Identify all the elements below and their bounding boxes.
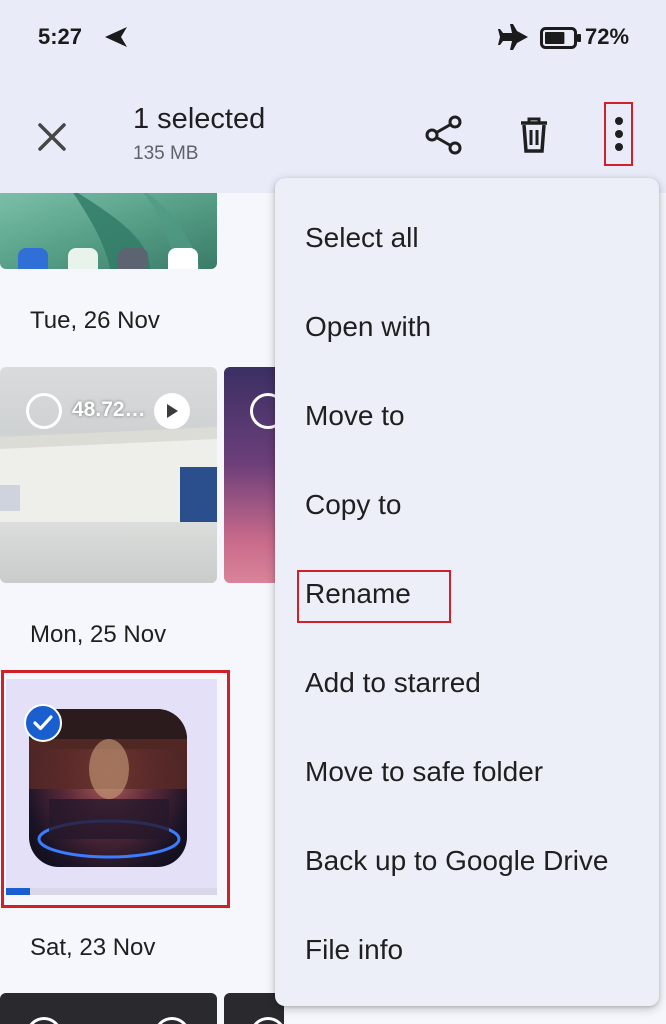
play-icon [154,1017,190,1024]
battery-icon [540,27,582,54]
select-circle-icon[interactable] [250,1017,284,1024]
share-button[interactable] [422,113,466,157]
delete-icon [521,117,547,153]
play-store-icon [168,248,198,269]
close-button[interactable] [30,115,74,159]
video-thumbnail[interactable]: 48.72… [0,367,217,583]
airplane-icon [498,23,530,56]
menu-item-copy-to[interactable]: Copy to [275,460,659,549]
menu-item-add-to-starred[interactable]: Add to starred [275,638,659,727]
settings-app-icon [118,248,148,269]
status-bar: 5:27 72% [0,0,666,75]
menu-item-move-to[interactable]: Move to [275,371,659,460]
menu-item-back-up-to-google-drive[interactable]: Back up to Google Drive [275,816,659,905]
status-time: 5:27 [38,24,83,49]
menu-item-select-all[interactable]: Select all [275,193,659,282]
more-options-button[interactable] [604,102,633,166]
close-icon [38,123,66,151]
date-header: Sat, 23 Nov [30,934,156,961]
battery-percent: 72% [585,24,630,49]
rename-highlight [297,570,451,623]
play-icon [154,393,190,429]
date-header: Mon, 25 Nov [30,621,167,648]
navigation-arrow-icon [104,26,128,53]
app-icon [68,248,98,269]
date-header: Tue, 26 Nov [30,307,160,334]
menu-item-open-with[interactable]: Open with [275,282,659,371]
menu-item-file-info[interactable]: File info [275,905,659,994]
select-circle-icon[interactable] [26,1017,62,1024]
video-thumbnail[interactable] [0,993,217,1024]
video-duration: 48.72… [72,398,146,421]
selection-count-title: 1 selected [133,103,266,135]
selection-size: 135 MB [133,143,199,164]
share-icon [425,115,462,155]
select-circle-icon[interactable] [26,393,62,429]
photo-thumbnail[interactable] [0,193,217,269]
selection-app-bar: 1 selected 135 MB [0,75,666,193]
app-icon [18,248,48,269]
selected-item-highlight [1,670,230,908]
more-vert-icon [614,117,623,151]
menu-item-move-to-safe-folder[interactable]: Move to safe folder [275,727,659,816]
delete-button[interactable] [512,113,556,157]
